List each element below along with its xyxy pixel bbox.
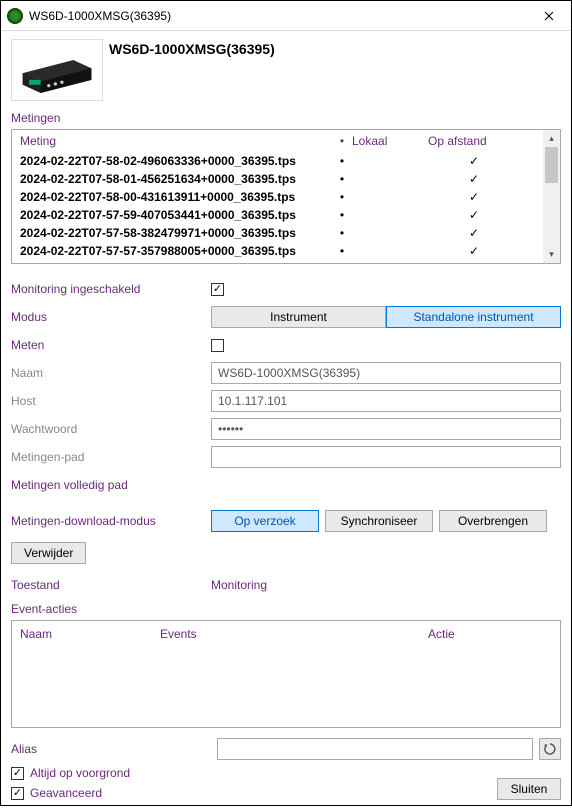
metingenpad-field[interactable] bbox=[211, 446, 561, 468]
col-dot: • bbox=[332, 134, 352, 148]
app-icon bbox=[7, 8, 23, 24]
row-lokaal bbox=[352, 188, 428, 206]
sluiten-button[interactable]: Sluiten bbox=[497, 778, 561, 800]
table-row[interactable]: 2024-02-22T07-57-58-382479971+0000_36395… bbox=[20, 224, 543, 242]
titlebar: WS6D-1000XMSG(36395) bbox=[1, 1, 571, 31]
device-image bbox=[11, 39, 103, 101]
download-modus-label: Metingen-download-modus bbox=[11, 514, 211, 528]
scroll-down-icon[interactable]: ▾ bbox=[543, 246, 560, 263]
modus-label: Modus bbox=[11, 310, 211, 324]
window-title: WS6D-1000XMSG(36395) bbox=[29, 9, 526, 23]
row-dot: • bbox=[332, 188, 352, 206]
row-dot: • bbox=[332, 206, 352, 224]
row-dot: • bbox=[332, 242, 352, 260]
row-lokaal bbox=[352, 206, 428, 224]
dl-opverzoek-button[interactable]: Op verzoek bbox=[211, 510, 319, 532]
close-button[interactable] bbox=[526, 1, 571, 31]
row-lokaal bbox=[352, 170, 428, 188]
row-name: 2024-02-22T07-57-59-407053441+0000_36395… bbox=[20, 206, 332, 224]
row-opafstand: ✓ bbox=[428, 206, 520, 224]
col-lokaal[interactable]: Lokaal bbox=[352, 134, 428, 148]
row-lokaal bbox=[352, 242, 428, 260]
scroll-thumb[interactable] bbox=[545, 147, 558, 183]
altijd-row[interactable]: Altijd op voorgrond bbox=[11, 766, 130, 780]
wachtwoord-field[interactable] bbox=[211, 418, 561, 440]
events-col-actie[interactable]: Actie bbox=[428, 627, 548, 641]
geavanceerd-row[interactable]: Geavanceerd bbox=[11, 786, 130, 800]
alias-label: Alias bbox=[11, 742, 211, 756]
volledigpad-label: Metingen volledig pad bbox=[11, 478, 128, 492]
row-dot: • bbox=[332, 224, 352, 242]
events-section-label: Event-acties bbox=[11, 602, 561, 616]
monitoring-checkbox[interactable] bbox=[211, 283, 224, 296]
alias-field[interactable] bbox=[217, 738, 533, 760]
table-row[interactable]: 2024-02-22T07-58-00-431613911+0000_36395… bbox=[20, 188, 543, 206]
dl-synchroniseer-button[interactable]: Synchroniseer bbox=[325, 510, 433, 532]
dl-overbrengen-button[interactable]: Overbrengen bbox=[439, 510, 547, 532]
col-opafstand[interactable]: Op afstand bbox=[428, 134, 520, 148]
toestand-label: Toestand bbox=[11, 578, 211, 592]
scrollbar[interactable]: ▴ ▾ bbox=[543, 130, 560, 263]
events-col-events[interactable]: Events bbox=[160, 627, 428, 641]
scroll-up-icon[interactable]: ▴ bbox=[543, 130, 560, 147]
table-row[interactable]: 2024-02-22T07-58-01-456251634+0000_36395… bbox=[20, 170, 543, 188]
naam-field[interactable] bbox=[211, 362, 561, 384]
geavanceerd-checkbox[interactable] bbox=[11, 787, 24, 800]
row-opafstand: ✓ bbox=[428, 152, 520, 170]
device-title: WS6D-1000XMSG(36395) bbox=[109, 41, 275, 57]
wachtwoord-label: Wachtwoord bbox=[11, 422, 211, 436]
host-field[interactable] bbox=[211, 390, 561, 412]
row-lokaal bbox=[352, 224, 428, 242]
metingenpad-label: Metingen-pad bbox=[11, 450, 211, 464]
row-name: 2024-02-22T07-58-01-456251634+0000_36395… bbox=[20, 170, 332, 188]
events-col-naam[interactable]: Naam bbox=[20, 627, 160, 641]
meten-checkbox[interactable] bbox=[211, 339, 224, 352]
events-box: Naam Events Actie bbox=[11, 620, 561, 728]
toestand-value: Monitoring bbox=[211, 578, 267, 592]
row-name: 2024-02-22T07-57-58-382479971+0000_36395… bbox=[20, 224, 332, 242]
row-name: 2024-02-22T07-58-02-496063336+0000_36395… bbox=[20, 152, 332, 170]
table-row[interactable]: 2024-02-22T07-57-59-407053441+0000_36395… bbox=[20, 206, 543, 224]
row-lokaal bbox=[352, 152, 428, 170]
altijd-label: Altijd op voorgrond bbox=[30, 766, 130, 780]
geavanceerd-label: Geavanceerd bbox=[30, 786, 102, 800]
col-meting[interactable]: Meting bbox=[20, 134, 332, 148]
row-opafstand: ✓ bbox=[428, 242, 520, 260]
measurements-label: Metingen bbox=[11, 111, 561, 125]
naam-label: Naam bbox=[11, 366, 211, 380]
measurements-list: Meting • Lokaal Op afstand 2024-02-22T07… bbox=[11, 129, 561, 264]
modus-instrument-button[interactable]: Instrument bbox=[211, 306, 386, 328]
row-opafstand: ✓ bbox=[428, 170, 520, 188]
revert-icon bbox=[543, 742, 557, 756]
monitoring-label: Monitoring ingeschakeld bbox=[11, 282, 211, 296]
alias-revert-button[interactable] bbox=[539, 738, 561, 760]
row-opafstand: ✓ bbox=[428, 224, 520, 242]
table-row[interactable]: 2024-02-22T07-58-02-496063336+0000_36395… bbox=[20, 152, 543, 170]
row-dot: • bbox=[332, 152, 352, 170]
row-dot: • bbox=[332, 170, 352, 188]
meten-label: Meten bbox=[11, 338, 211, 352]
table-row[interactable]: 2024-02-22T07-57-57-357988005+0000_36395… bbox=[20, 242, 543, 260]
verwijder-button[interactable]: Verwijder bbox=[11, 542, 86, 564]
row-name: 2024-02-22T07-57-57-357988005+0000_36395… bbox=[20, 242, 332, 260]
modus-standalone-button[interactable]: Standalone instrument bbox=[386, 306, 561, 328]
altijd-checkbox[interactable] bbox=[11, 767, 24, 780]
host-label: Host bbox=[11, 394, 211, 408]
row-opafstand: ✓ bbox=[428, 188, 520, 206]
row-name: 2024-02-22T07-58-00-431613911+0000_36395… bbox=[20, 188, 332, 206]
